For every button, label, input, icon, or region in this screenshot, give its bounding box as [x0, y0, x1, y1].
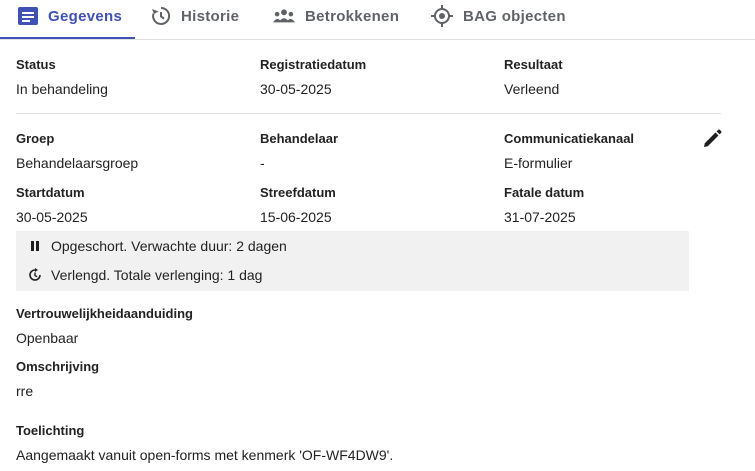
toelichting-field: Toelichting Aangemaakt vanuit open-forms…	[16, 423, 393, 463]
tab-gegevens-label: Gegevens	[48, 7, 123, 25]
tab-betrokkenen[interactable]: Betrokkenen	[255, 0, 413, 32]
toelichting-label: Toelichting	[16, 423, 85, 438]
streefdatum-field: Streefdatum 15-06-2025	[260, 185, 336, 225]
vertrouwelijkheid-field: Vertrouwelijkheidaanduiding Openbaar	[16, 306, 193, 346]
resultaat-field: Resultaat Verleend	[504, 57, 563, 97]
extend-clock-icon	[28, 268, 42, 282]
extended-note-text: Verlengd. Totale verlenging: 1 dag	[51, 267, 263, 283]
streefdatum-label: Streefdatum	[260, 185, 336, 200]
tab-betrokkenen-label: Betrokkenen	[305, 7, 400, 25]
fatale-datum-label: Fatale datum	[504, 185, 585, 200]
communicatiekanaal-field: Communicatiekanaal E-formulier	[504, 131, 634, 171]
fatale-datum-field: Fatale datum 31-07-2025	[504, 185, 584, 225]
omschrijving-label: Omschrijving	[16, 359, 100, 374]
status-notes-box: Opgeschort. Verwachte duur: 2 dagen Verl…	[16, 231, 689, 291]
communicatiekanaal-value: E-formulier	[504, 155, 573, 171]
behandelaar-field: Behandelaar -	[260, 131, 338, 171]
startdatum-field: Startdatum 30-05-2025	[16, 185, 88, 225]
status-field: Status In behandeling	[16, 57, 108, 97]
tab-bar: Gegevens Historie Betrokkenen BAG object…	[0, 0, 755, 40]
suspended-note-text: Opgeschort. Verwachte duur: 2 dagen	[51, 238, 287, 254]
omschrijving-field: Omschrijving rre	[16, 359, 99, 399]
target-icon	[431, 5, 453, 27]
tab-bag-objecten[interactable]: BAG objecten	[413, 0, 587, 32]
resultaat-value: Verleend	[504, 81, 560, 97]
groep-value: Behandelaarsgroep	[16, 155, 139, 171]
omschrijving-value: rre	[16, 383, 34, 399]
behandelaar-value: -	[260, 155, 265, 171]
streefdatum-value: 15-06-2025	[260, 209, 332, 225]
registratiedatum-value: 30-05-2025	[260, 81, 332, 97]
toelichting-value: Aangemaakt vanuit open-forms met kenmerk…	[16, 447, 394, 463]
behandelaar-label: Behandelaar	[260, 131, 339, 146]
suspended-note: Opgeschort. Verwachte duur: 2 dagen	[28, 238, 287, 254]
status-label: Status	[16, 57, 56, 72]
edit-button[interactable]	[701, 128, 723, 150]
vertrouwelijkheid-label: Vertrouwelijkheidaanduiding	[16, 306, 193, 321]
fatale-datum-value: 31-07-2025	[504, 209, 576, 225]
tab-historie[interactable]: Historie	[135, 0, 255, 32]
pause-icon	[28, 239, 42, 253]
tab-bag-objecten-label: BAG objecten	[463, 7, 566, 25]
group-icon	[273, 5, 295, 27]
tab-historie-label: Historie	[181, 7, 240, 25]
startdatum-value: 30-05-2025	[16, 209, 88, 225]
groep-label: Groep	[16, 131, 55, 146]
vertrouwelijkheid-value: Openbaar	[16, 330, 79, 346]
status-value: In behandeling	[16, 81, 108, 97]
groep-field: Groep Behandelaarsgroep	[16, 131, 138, 171]
divider	[16, 113, 721, 114]
registratiedatum-field: Registratiedatum 30-05-2025	[260, 57, 366, 97]
pencil-icon	[704, 129, 722, 147]
registratiedatum-label: Registratiedatum	[260, 57, 367, 72]
resultaat-label: Resultaat	[504, 57, 563, 72]
startdatum-label: Startdatum	[16, 185, 85, 200]
history-icon	[151, 5, 171, 27]
communicatiekanaal-label: Communicatiekanaal	[504, 131, 635, 146]
document-list-icon	[18, 5, 38, 27]
tab-gegevens[interactable]: Gegevens	[0, 0, 135, 39]
extended-note: Verlengd. Totale verlenging: 1 dag	[28, 267, 262, 283]
